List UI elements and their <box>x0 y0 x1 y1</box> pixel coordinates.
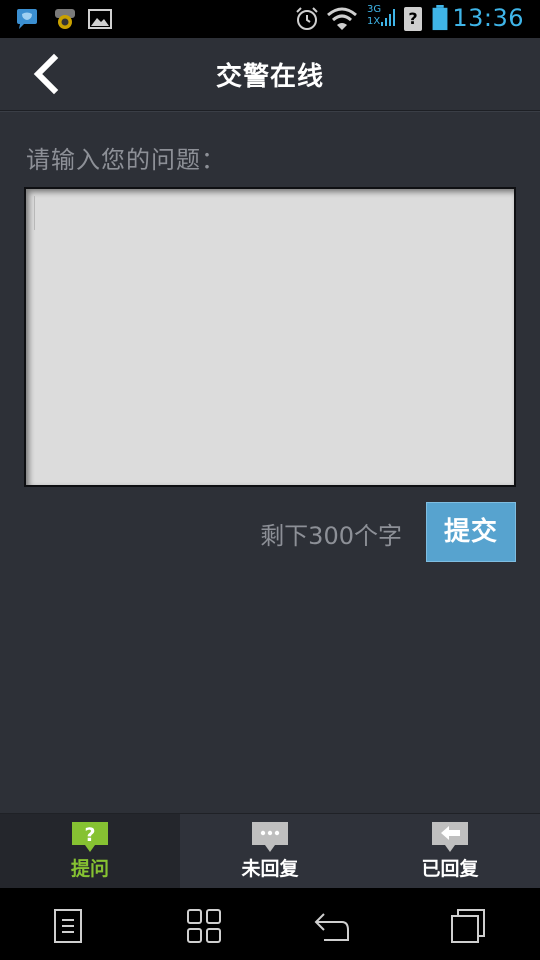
signal-bars-icon <box>381 9 395 26</box>
app-header: 交警在线 <box>0 38 540 111</box>
tab-answered-label: 已回复 <box>421 858 479 880</box>
question-prompt-label: 请输入您的问题： <box>26 146 226 174</box>
network-type-1x: 1X <box>367 16 381 27</box>
image-notification-icon <box>88 9 112 29</box>
cellular-signal: 3G 1X <box>367 4 397 34</box>
tab-unanswered[interactable]: 未回复 <box>180 814 360 889</box>
home-icon[interactable] <box>184 906 224 946</box>
page-title: 交警在线 <box>215 62 324 92</box>
wifi-icon <box>327 7 357 30</box>
question-input[interactable] <box>24 187 516 487</box>
sim-card-icon: ? <box>404 7 422 31</box>
question-bubble-icon: ? <box>72 822 108 852</box>
tab-ask[interactable]: ? 提问 <box>0 814 180 889</box>
svg-text:?: ? <box>84 824 95 846</box>
text-cursor <box>34 196 35 230</box>
submit-button[interactable]: 提交 <box>426 502 516 562</box>
chat-notification-icon <box>17 9 37 29</box>
remaining-characters-label: 剩下300个字 <box>260 522 402 550</box>
reply-bubble-icon <box>432 822 468 852</box>
battery-icon <box>432 5 448 31</box>
menu-icon[interactable] <box>48 906 88 946</box>
recent-apps-icon[interactable] <box>448 906 488 946</box>
clock: 13:36 <box>452 4 524 32</box>
alarm-icon <box>296 7 318 30</box>
status-bar: 3G 1X ? 13:36 <box>0 0 540 38</box>
tab-unanswered-label: 未回复 <box>241 858 299 880</box>
network-type-3g: 3G <box>367 4 382 15</box>
tab-answered[interactable]: 已回复 <box>360 814 540 889</box>
bottom-tab-bar: ? 提问 未回复 已回复 <box>0 813 540 889</box>
ellipsis-bubble-icon <box>252 822 288 852</box>
system-navigation-bar <box>0 888 540 960</box>
police-app-notification-icon <box>55 9 75 29</box>
sim-status-label: ? <box>408 9 418 28</box>
tab-ask-label: 提问 <box>70 858 109 880</box>
back-icon[interactable] <box>312 906 352 946</box>
